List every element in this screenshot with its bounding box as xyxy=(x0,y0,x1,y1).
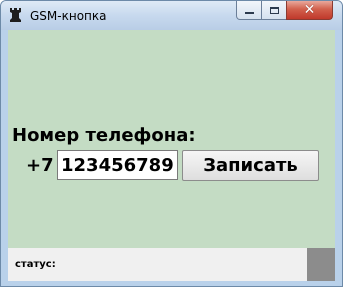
status-bar: статус: xyxy=(8,248,335,281)
chess-rook-icon xyxy=(10,8,21,22)
close-button[interactable]: ✕ xyxy=(286,1,333,20)
status-label: статус: xyxy=(15,259,56,270)
minimize-icon xyxy=(244,12,254,14)
maximize-icon xyxy=(269,6,279,14)
close-icon: ✕ xyxy=(303,2,316,18)
status-indicator xyxy=(307,248,335,281)
window-title: GSM-кнопка xyxy=(30,9,107,23)
client-area: Номер телефона: +7 Записать статус: xyxy=(8,30,335,281)
title-bar[interactable]: GSM-кнопка ✕ xyxy=(1,1,342,30)
save-button[interactable]: Записать xyxy=(182,150,319,181)
maximize-button[interactable] xyxy=(261,1,287,20)
phone-input[interactable] xyxy=(57,150,178,180)
app-window: GSM-кнопка ✕ Номер телефона: +7 Записать… xyxy=(0,0,343,287)
country-prefix: +7 xyxy=(26,155,54,176)
minimize-button[interactable] xyxy=(236,1,262,20)
phone-label: Номер телефона: xyxy=(12,125,196,146)
